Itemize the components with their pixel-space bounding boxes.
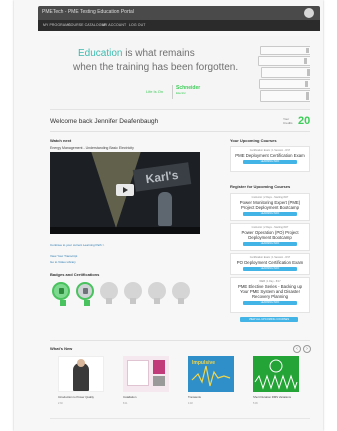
- tile-duration: 5:06: [253, 402, 258, 405]
- course-meta: Certification Exam | 1 Session - 8/17: [249, 256, 291, 259]
- course-title[interactable]: PO Deployment Certification Exam: [231, 260, 309, 265]
- course-title[interactable]: PME Elective Series - Backing up Your PM…: [231, 284, 309, 299]
- course-card: Instructor | 2 Days - Starting 8/27 Powe…: [230, 193, 310, 221]
- hero-headline-line2: when the training has been forgotten.: [73, 62, 239, 73]
- hero-headline-line1: Education is what remains: [78, 48, 195, 59]
- welcome-message: Welcome back Jennifer Deafenbaugh: [50, 118, 159, 125]
- course-meta: Instructor | 2 Days - Starting 8/27: [251, 226, 289, 229]
- course-title[interactable]: PME Deployment Certification Exam: [231, 153, 309, 158]
- learning-info-button[interactable]: LEARNING INFO: [243, 212, 297, 216]
- course-card: Instructor | 2 Days - Starting 8/27 Powe…: [230, 223, 310, 251]
- hero-tagline: Life Is On: [146, 89, 164, 94]
- course-title[interactable]: Power Monitoring Expert (PME) Project De…: [231, 200, 309, 210]
- chevron-right-icon[interactable]: ›: [303, 345, 311, 353]
- course-card: Certification Exam | 1 Session - 8/17 PM…: [230, 146, 310, 172]
- credits-label: Your Credits: [283, 117, 293, 125]
- book: [260, 90, 310, 102]
- nav-my-programs[interactable]: MY PROGRAMS: [43, 23, 71, 27]
- register-courses-title: Register for Upcoming Courses: [230, 184, 291, 189]
- badge-earned[interactable]: [52, 282, 70, 306]
- video-player[interactable]: Karl's: [50, 152, 200, 234]
- presenter-head: [77, 359, 85, 367]
- tile-duration: 4:48: [188, 402, 193, 405]
- video-control-bar[interactable]: [50, 227, 200, 234]
- course-meta: WEB | 1 Day - 8/17: [259, 280, 281, 283]
- nav-course-catalogue[interactable]: COURSE CATALOGUE: [68, 23, 107, 27]
- footer-divider: [50, 418, 310, 419]
- book: [260, 46, 310, 55]
- video-title[interactable]: Energy Management - Understanding Basic …: [50, 146, 134, 150]
- book: [258, 56, 310, 66]
- slide-image: [153, 376, 165, 386]
- tile-title[interactable]: Transients: [188, 395, 201, 399]
- video-library-link[interactable]: Go to Video Library: [50, 260, 76, 264]
- badge-earned[interactable]: [76, 282, 94, 306]
- course-card: WEB | 1 Day - 8/17 PME Elective Series -…: [230, 277, 310, 313]
- badge-locked[interactable]: [148, 282, 166, 304]
- badge-locked[interactable]: [172, 282, 190, 304]
- course-card: Certification Exam | 1 Session - 8/17 PO…: [230, 253, 310, 275]
- badge-locked[interactable]: [100, 282, 118, 304]
- view-transcript-link[interactable]: View Your Transcript: [50, 254, 77, 258]
- tile-title[interactable]: Introduction to Power Quality: [58, 395, 94, 399]
- divider: [50, 131, 310, 132]
- slide-accent: [153, 360, 165, 374]
- badges-row: [50, 282, 200, 306]
- user-avatar-icon[interactable]: [304, 8, 314, 18]
- hero-accent-word: Education: [78, 48, 123, 59]
- watch-next-title: Watch next: [50, 138, 72, 143]
- tile-duration: 8:11: [123, 402, 128, 405]
- learning-info-button[interactable]: LEARNING INFO: [243, 267, 297, 271]
- video-thumbnail[interactable]: Impulsive: [188, 356, 234, 392]
- chevron-left-icon[interactable]: ‹: [293, 345, 301, 353]
- waveform-graphic: [191, 365, 231, 387]
- waveform-graphic: [254, 359, 298, 390]
- nav-log-out[interactable]: LOG OUT: [129, 23, 145, 27]
- course-meta: Instructor | 2 Days - Starting 8/27: [251, 196, 289, 199]
- tile-duration: 2:30: [58, 402, 63, 405]
- whats-new-title: What's New: [50, 346, 73, 351]
- book: [259, 79, 310, 89]
- nav-my-account[interactable]: MY ACCOUNT: [102, 23, 126, 27]
- course-meta: Certification Exam | 1 Session - 8/17: [249, 149, 291, 152]
- brand-sub: Electric: [176, 91, 186, 95]
- hero-headline-rest: is what remains: [122, 48, 195, 59]
- main-nav: MY PROGRAMS COURSE CATALOGUE MY ACCOUNT …: [38, 20, 320, 31]
- divider: [50, 340, 310, 341]
- video-thumbnail[interactable]: [123, 356, 169, 392]
- view-all-upcoming-button[interactable]: VIEW ALL UPCOMING COURSES: [240, 317, 298, 322]
- play-icon[interactable]: [116, 184, 134, 196]
- continue-learning-path-link[interactable]: Continue to your current Learning Path >: [50, 243, 104, 247]
- learning-info-button[interactable]: LEARNING INFO: [243, 301, 297, 305]
- tile-title[interactable]: Short Duration RMS Variations: [253, 395, 291, 399]
- course-title[interactable]: Power Operation (PO) Project Deployment …: [231, 230, 309, 240]
- credits-value: 20: [298, 115, 311, 127]
- badge-locked[interactable]: [124, 282, 142, 304]
- slide-panel: [127, 360, 149, 386]
- learning-info-button[interactable]: LEARNING INFO: [243, 160, 297, 164]
- video-thumbnail[interactable]: [253, 356, 299, 392]
- presenter-figure: [73, 363, 89, 391]
- learning-info-button[interactable]: LEARNING INFO: [243, 242, 297, 246]
- brand-logo: Schneider Electric: [172, 85, 206, 99]
- book: [261, 67, 310, 78]
- book-stack-image: [258, 40, 310, 109]
- video-presenter: [158, 192, 172, 226]
- top-bar: PMETech - PME Testing Education Portal: [38, 6, 320, 20]
- upcoming-courses-title: Your Upcoming Courses: [230, 138, 277, 143]
- portal-logo[interactable]: PMETech - PME Testing Education Portal: [42, 9, 134, 15]
- tile-title[interactable]: Installation: [123, 395, 136, 399]
- video-thumbnail[interactable]: [58, 356, 104, 392]
- badges-title: Badges and Certifications: [50, 272, 100, 277]
- hero-banner: Education is what remains when the train…: [50, 36, 310, 110]
